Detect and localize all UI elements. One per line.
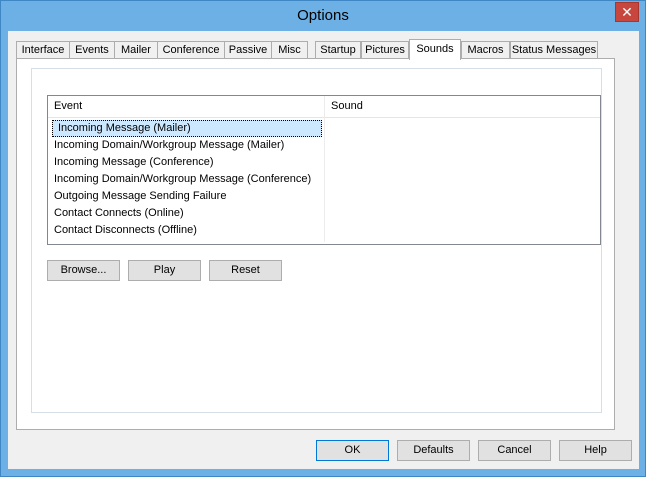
close-icon[interactable]: ✕ bbox=[615, 2, 639, 22]
list-item-sound bbox=[325, 222, 595, 239]
tab-misc[interactable]: Misc bbox=[271, 41, 308, 58]
list-item-event: Incoming Domain/Workgroup Message (Maile… bbox=[54, 139, 285, 151]
list-item-event: Contact Disconnects (Offline) bbox=[54, 224, 197, 236]
sounds-tab-panel: Event Sound Incoming Message (Mailer) In… bbox=[16, 58, 615, 430]
help-button[interactable]: Help bbox=[559, 440, 632, 461]
list-item-event: Incoming Message (Conference) bbox=[54, 156, 214, 168]
tab-status-messages[interactable]: Status Messages bbox=[510, 41, 598, 58]
list-item[interactable]: Incoming Message (Mailer) bbox=[48, 120, 600, 137]
cancel-button[interactable]: Cancel bbox=[478, 440, 551, 461]
tab-interface[interactable]: Interface bbox=[16, 41, 70, 58]
list-item[interactable]: Incoming Message (Conference) bbox=[48, 154, 600, 171]
list-item-event: Contact Connects (Online) bbox=[54, 207, 184, 219]
tab-macros[interactable]: Macros bbox=[461, 41, 510, 58]
defaults-button[interactable]: Defaults bbox=[397, 440, 470, 461]
list-item-event: Outgoing Message Sending Failure bbox=[54, 190, 227, 202]
title-bar[interactable]: Options ✕ bbox=[1, 1, 645, 31]
column-header-event[interactable]: Event bbox=[48, 96, 324, 117]
list-item[interactable]: Incoming Domain/Workgroup Message (Confe… bbox=[48, 171, 600, 188]
dialog-client-area: Interface Events Mailer Conference Passi… bbox=[8, 31, 639, 469]
list-item-sound bbox=[325, 154, 595, 171]
tab-conference[interactable]: Conference bbox=[157, 41, 225, 58]
list-item[interactable]: Contact Connects (Online) bbox=[48, 205, 600, 222]
list-item[interactable]: Outgoing Message Sending Failure bbox=[48, 188, 600, 205]
browse-button[interactable]: Browse... bbox=[47, 260, 120, 281]
list-item-sound bbox=[325, 188, 595, 205]
list-item[interactable]: Contact Disconnects (Offline) bbox=[48, 222, 600, 239]
list-item-sound bbox=[325, 137, 595, 154]
tab-startup[interactable]: Startup bbox=[315, 41, 361, 58]
tab-passive[interactable]: Passive bbox=[224, 41, 272, 58]
list-item-sound bbox=[325, 205, 595, 222]
tab-pictures[interactable]: Pictures bbox=[361, 41, 409, 58]
tab-sounds[interactable]: Sounds bbox=[409, 39, 461, 60]
list-item-event: Incoming Message (Mailer) bbox=[52, 120, 322, 137]
tab-events[interactable]: Events bbox=[69, 41, 115, 58]
window-title: Options bbox=[297, 7, 349, 24]
sounds-list[interactable]: Event Sound Incoming Message (Mailer) In… bbox=[47, 95, 601, 245]
column-header-sound[interactable]: Sound bbox=[325, 96, 600, 117]
list-item-sound bbox=[325, 171, 595, 188]
list-item-sound bbox=[325, 120, 595, 137]
tab-mailer[interactable]: Mailer bbox=[114, 41, 158, 58]
options-dialog: Options ✕ Interface Events Mailer Confer… bbox=[0, 0, 646, 477]
ok-button[interactable]: OK bbox=[316, 440, 389, 461]
list-item[interactable]: Incoming Domain/Workgroup Message (Maile… bbox=[48, 137, 600, 154]
list-item-event: Incoming Domain/Workgroup Message (Confe… bbox=[54, 173, 312, 185]
play-button[interactable]: Play bbox=[128, 260, 201, 281]
reset-button[interactable]: Reset bbox=[209, 260, 282, 281]
